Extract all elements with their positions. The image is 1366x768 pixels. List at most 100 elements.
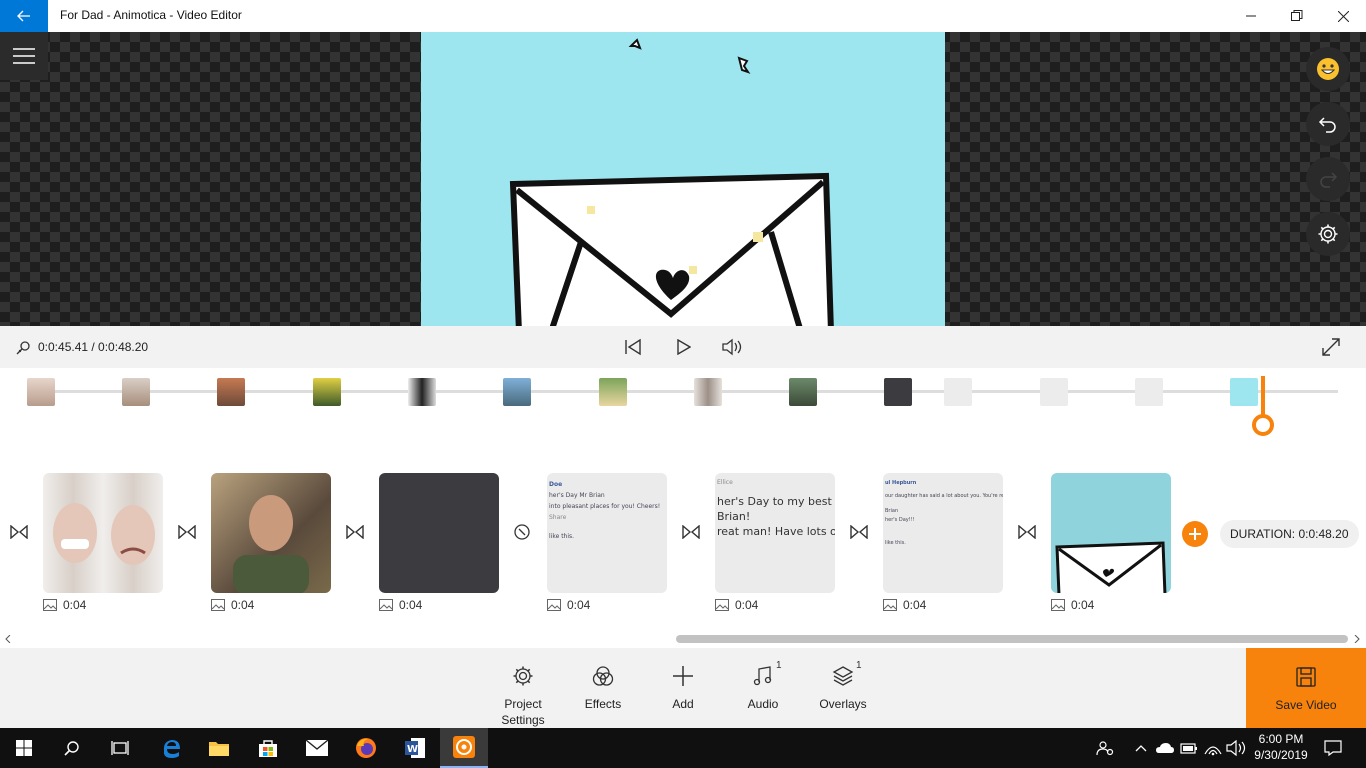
clip-thumbnail[interactable]: Doe her's Day Mr Brian into pleasant pla… bbox=[547, 473, 667, 593]
scrubber-thumbnail[interactable] bbox=[944, 378, 972, 406]
store-button[interactable] bbox=[244, 728, 292, 768]
clip-duration: 0:04 bbox=[1051, 598, 1094, 612]
scroll-right-icon[interactable] bbox=[1353, 635, 1361, 643]
clock-date: 9/30/2019 bbox=[1254, 748, 1308, 762]
animotica-taskbar-button[interactable] bbox=[440, 728, 488, 768]
volume-button[interactable] bbox=[721, 335, 745, 359]
transition-none-icon[interactable] bbox=[513, 523, 531, 541]
redo-button[interactable] bbox=[1306, 157, 1350, 201]
clip-thumbnail[interactable] bbox=[1051, 473, 1171, 593]
scrubber-thumbnail[interactable] bbox=[789, 378, 817, 406]
skip-to-start-button[interactable] bbox=[621, 335, 645, 359]
scrubber-thumbnail[interactable] bbox=[27, 378, 55, 406]
scrubber-thumbnail[interactable] bbox=[408, 378, 436, 406]
overlays-button[interactable]: 1 Overlays bbox=[803, 660, 883, 712]
fullscreen-icon bbox=[1322, 338, 1340, 356]
clip-duration-label: 0:04 bbox=[63, 598, 87, 612]
link-button[interactable] bbox=[12, 335, 36, 359]
battery-icon[interactable] bbox=[1179, 738, 1199, 758]
clip-duration-label: 0:04 bbox=[567, 598, 591, 612]
scrubber-thumbnail[interactable] bbox=[884, 378, 912, 406]
speaker-icon[interactable] bbox=[1226, 738, 1246, 758]
transition-icon[interactable] bbox=[682, 525, 700, 539]
clip-text: like this. bbox=[549, 533, 575, 540]
clip-thumbnail[interactable] bbox=[211, 473, 331, 593]
taskbar: W 6:00 PM 9/30/2019 bbox=[0, 728, 1366, 768]
scrubber-thumbnail[interactable] bbox=[1230, 378, 1258, 406]
clip-text: Share bbox=[549, 514, 567, 521]
clip-thumbnail[interactable]: ul Hepburn our daughter has said a lot a… bbox=[883, 473, 1003, 593]
taskbar-clock[interactable]: 6:00 PM 9/30/2019 bbox=[1246, 731, 1316, 763]
close-button[interactable] bbox=[1320, 0, 1366, 32]
clip-duration: 0:04 bbox=[43, 598, 86, 612]
task-view-button[interactable] bbox=[96, 728, 144, 768]
playhead[interactable] bbox=[1261, 376, 1265, 416]
word-button[interactable]: W bbox=[391, 728, 439, 768]
mail-icon bbox=[305, 739, 329, 756]
clip-thumbnail[interactable] bbox=[43, 473, 163, 593]
horizontal-scrollbar[interactable] bbox=[0, 630, 1366, 648]
gear-icon bbox=[513, 666, 533, 686]
envelope-illustration bbox=[509, 38, 834, 326]
scroll-left-icon[interactable] bbox=[4, 635, 12, 643]
scrubber-thumbnail[interactable] bbox=[503, 378, 531, 406]
menu-button[interactable] bbox=[0, 32, 48, 80]
save-video-button[interactable]: Save Video bbox=[1246, 648, 1366, 728]
clip-duration-label: 0:04 bbox=[735, 598, 759, 612]
transition-icon[interactable] bbox=[10, 525, 28, 539]
onedrive-icon[interactable] bbox=[1155, 738, 1175, 758]
wifi-icon[interactable] bbox=[1203, 738, 1223, 758]
video-preview[interactable] bbox=[0, 32, 1366, 326]
back-button[interactable] bbox=[0, 0, 48, 32]
minimize-button[interactable] bbox=[1228, 0, 1274, 32]
transition-icon[interactable] bbox=[1018, 525, 1036, 539]
transition-icon[interactable] bbox=[178, 525, 196, 539]
scrubber-thumbnail[interactable] bbox=[599, 378, 627, 406]
audio-button[interactable]: 1 Audio bbox=[723, 660, 803, 712]
chevron-up-icon[interactable] bbox=[1131, 738, 1151, 758]
action-center-icon[interactable] bbox=[1323, 738, 1343, 758]
project-settings-button[interactable]: Project Settings bbox=[483, 662, 563, 728]
search-button[interactable] bbox=[48, 728, 96, 768]
scrubber-thumbnail[interactable] bbox=[1040, 378, 1068, 406]
effects-button[interactable]: Effects bbox=[563, 662, 643, 712]
edge-button[interactable] bbox=[147, 728, 195, 768]
emoji-button[interactable] bbox=[1306, 47, 1350, 91]
clip-thumbnail[interactable]: Ellice her's Day to my best fr Brian! re… bbox=[715, 473, 835, 593]
file-explorer-button[interactable] bbox=[195, 728, 243, 768]
settings-button[interactable] bbox=[1306, 212, 1350, 256]
scrollbar-thumb[interactable] bbox=[676, 635, 1348, 643]
save-video-label: Save Video bbox=[1275, 698, 1337, 712]
timeline-scrubber[interactable] bbox=[0, 368, 1366, 450]
scrubber-thumbnail[interactable] bbox=[313, 378, 341, 406]
fullscreen-button[interactable] bbox=[1319, 335, 1343, 359]
add-clip-button[interactable] bbox=[1182, 521, 1208, 547]
clip-duration-label: 0:04 bbox=[1071, 598, 1095, 612]
clip-thumbnail[interactable] bbox=[379, 473, 499, 593]
transition-icon[interactable] bbox=[850, 525, 868, 539]
firefox-button[interactable] bbox=[342, 728, 390, 768]
start-button[interactable] bbox=[0, 728, 48, 768]
clip-strip: 0:04 0:04 0:04 Doe her's Day Mr Brian in… bbox=[0, 450, 1366, 630]
mail-button[interactable] bbox=[293, 728, 341, 768]
clip-photo bbox=[233, 495, 309, 593]
back-arrow-icon bbox=[17, 10, 30, 22]
scrubber-thumbnail[interactable] bbox=[1135, 378, 1163, 406]
store-icon bbox=[259, 740, 277, 757]
scrubber-thumbnail[interactable] bbox=[217, 378, 245, 406]
scrubber-thumbnail[interactable] bbox=[122, 378, 150, 406]
plus-icon bbox=[673, 666, 693, 686]
save-icon bbox=[1296, 667, 1316, 687]
playhead-handle[interactable] bbox=[1252, 414, 1274, 436]
clip-text: Doe bbox=[549, 481, 563, 488]
emoji-icon bbox=[1317, 58, 1339, 80]
scrubber-thumbnail[interactable] bbox=[694, 378, 722, 406]
add-button[interactable]: Add bbox=[643, 662, 723, 712]
image-icon bbox=[379, 599, 393, 611]
people-icon[interactable] bbox=[1095, 738, 1115, 758]
play-button[interactable] bbox=[672, 335, 696, 359]
maximize-button[interactable] bbox=[1274, 0, 1320, 32]
undo-button[interactable] bbox=[1306, 102, 1350, 146]
clip-text: our daughter has said a lot about you. Y… bbox=[885, 493, 1003, 499]
transition-icon[interactable] bbox=[346, 525, 364, 539]
